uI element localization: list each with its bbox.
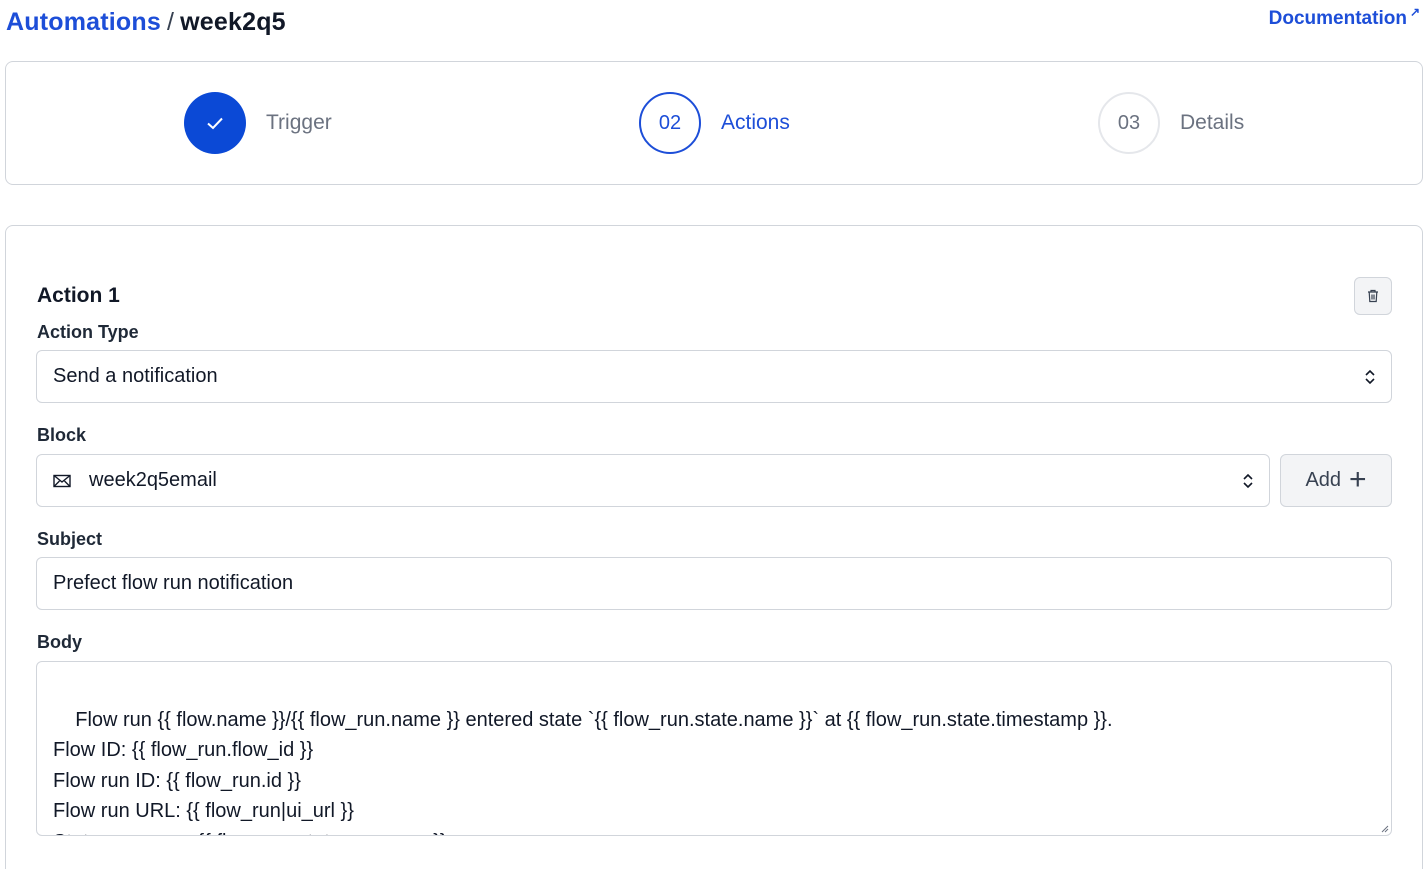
resize-handle-icon[interactable] [1379, 823, 1389, 833]
step-actions[interactable]: 02 Actions [639, 92, 790, 154]
delete-action-button[interactable] [1354, 277, 1392, 315]
breadcrumb-automations-link[interactable]: Automations [6, 8, 161, 36]
documentation-link[interactable]: Documentation ↗ [1268, 5, 1420, 30]
breadcrumb-current: week2q5 [180, 8, 286, 36]
step-actions-number: 02 [639, 92, 701, 154]
step-trigger-label: Trigger [266, 111, 332, 134]
block-select[interactable]: week2q5email [36, 454, 1270, 507]
trash-icon [1368, 289, 1378, 303]
page-header: Automations / week2q5 Documentation ↗ [6, 5, 1422, 40]
action-title: Action 1 [37, 284, 120, 307]
body-value: Flow run {{ flow.name }}/{{ flow_run.nam… [53, 708, 1113, 836]
action-type-label: Action Type [37, 322, 139, 342]
step-trigger-check-icon [184, 92, 246, 154]
block-label: Block [37, 425, 87, 445]
step-actions-label: Actions [721, 111, 790, 134]
action-type-value: Send a notification [53, 365, 218, 387]
add-block-button[interactable]: Add + [1280, 454, 1392, 507]
step-details-label: Details [1180, 111, 1245, 134]
block-value: week2q5email [89, 469, 217, 491]
breadcrumb: Automations / week2q5 [6, 8, 286, 37]
wizard-steps: Trigger 02 Actions 03 Details [5, 61, 1423, 185]
body-textarea[interactable]: Flow run {{ flow.name }}/{{ flow_run.nam… [36, 661, 1392, 836]
action-card: Action 1 Action Type Send a notification… [5, 225, 1423, 869]
step-trigger[interactable]: Trigger [184, 92, 332, 154]
subject-input[interactable]: Prefect flow run notification [36, 557, 1392, 610]
body-label: Body [37, 632, 82, 652]
external-link-icon: ↗ [1409, 5, 1420, 19]
select-arrows-icon [1365, 369, 1375, 384]
plus-icon: + [1349, 462, 1367, 496]
step-details-number: 03 [1098, 92, 1160, 154]
subject-value: Prefect flow run notification [53, 572, 294, 594]
documentation-label: Documentation [1268, 8, 1407, 29]
add-block-label: Add [1305, 469, 1342, 491]
step-details[interactable]: 03 Details [1098, 92, 1244, 154]
mail-icon [53, 474, 71, 487]
select-arrows-icon [1243, 473, 1253, 488]
subject-label: Subject [37, 529, 103, 549]
breadcrumb-separator: / [166, 8, 175, 36]
action-type-select[interactable]: Send a notification [36, 350, 1392, 403]
